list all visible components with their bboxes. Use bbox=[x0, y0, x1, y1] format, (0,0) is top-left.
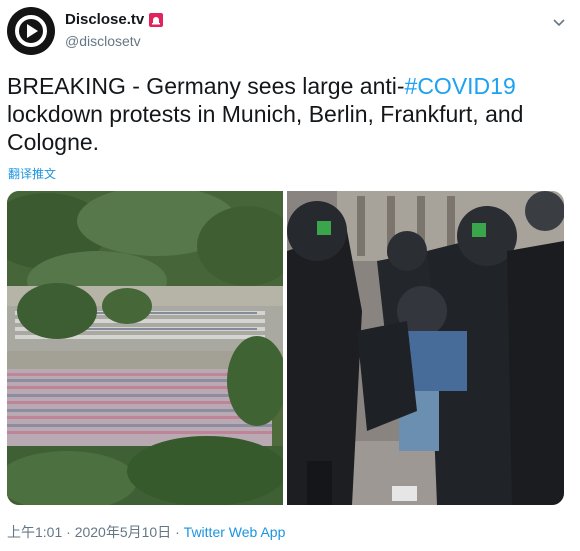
disclose-logo-icon bbox=[15, 15, 47, 47]
avatar[interactable] bbox=[7, 7, 55, 55]
crowd-aerial-photo[interactable] bbox=[7, 191, 297, 505]
translate-tweet-link[interactable]: 翻译推文 bbox=[8, 165, 56, 182]
tweet-card: Disclose.tv @disclosetv BREAKING - Germa… bbox=[0, 0, 580, 551]
meta-separator: · bbox=[62, 524, 75, 540]
tweet-text: BREAKING - Germany sees large anti-#COVI… bbox=[7, 72, 572, 156]
name-row: Disclose.tv bbox=[65, 11, 164, 28]
meta-separator: · bbox=[171, 524, 184, 540]
police-scuffle-photo[interactable] bbox=[287, 191, 564, 505]
tweet-text-start: BREAKING - Germany sees large anti- bbox=[7, 73, 405, 99]
tweet-meta: 上午1:01 · 2020年5月10日 · Twitter Web App bbox=[7, 522, 285, 542]
tweet-time[interactable]: 上午1:01 bbox=[7, 524, 62, 540]
alarm-siren-icon bbox=[149, 12, 164, 27]
tweet-text-end: lockdown protests in Munich, Berlin, Fra… bbox=[7, 101, 524, 155]
source-link[interactable]: Twitter Web App bbox=[184, 524, 286, 540]
media-grid bbox=[7, 191, 564, 505]
handle[interactable]: @disclosetv bbox=[65, 33, 141, 49]
hashtag-link[interactable]: #COVID19 bbox=[405, 73, 516, 99]
tweet-date[interactable]: 2020年5月10日 bbox=[75, 524, 172, 540]
display-name[interactable]: Disclose.tv bbox=[65, 11, 144, 28]
chevron-down-icon[interactable] bbox=[550, 13, 568, 31]
